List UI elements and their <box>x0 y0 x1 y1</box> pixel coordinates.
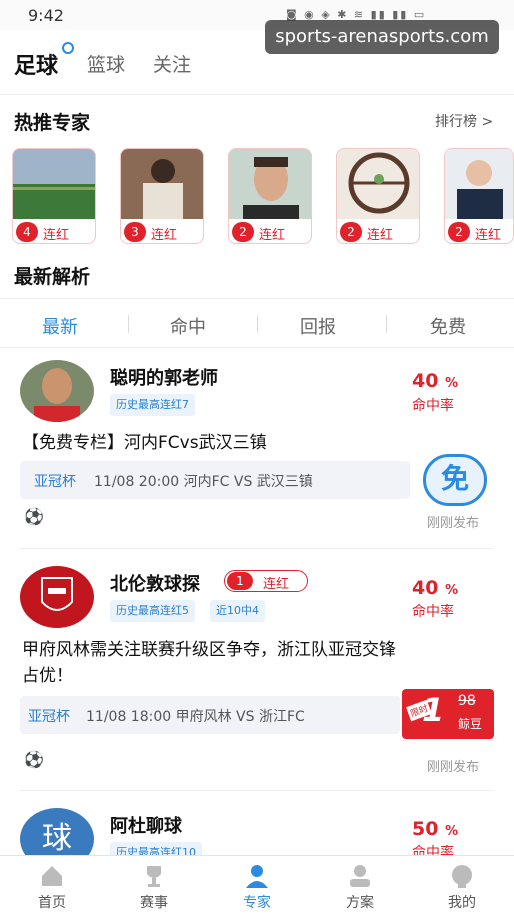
trophy-icon <box>147 866 161 887</box>
expert-photo-icon <box>121 149 203 219</box>
streak-label: 连红 <box>263 577 290 592</box>
hit-rate-value: 50 % <box>412 818 459 840</box>
nav-home-label: 首页 <box>38 895 66 911</box>
hit-rate-label: 命中率 <box>412 398 454 414</box>
nav-plans-label: 方案 <box>346 895 374 911</box>
avatar[interactable] <box>20 566 94 628</box>
hot-expert-card[interactable]: 2 连红 <box>336 148 420 244</box>
nav-plans[interactable]: 方案 <box>320 860 400 914</box>
price-original: 98 <box>458 693 476 709</box>
nav-matches[interactable]: 赛事 <box>114 860 194 914</box>
price-unit: 鲸豆 <box>458 717 483 731</box>
expert-streak-label: 连红 <box>259 228 286 243</box>
expert-streak-count: 2 <box>340 222 362 242</box>
expert-streak-label: 连红 <box>43 228 70 243</box>
expert-photo-icon <box>13 149 95 219</box>
expert-streak-label: 连红 <box>151 228 178 243</box>
match-info: 11/08 18:00 甲府风林 VS 浙江FC <box>86 709 305 725</box>
hot-experts-title: 热推专家 <box>14 112 91 134</box>
post-title-line[interactable]: 甲府风林需关注联赛升级区争夺，浙江队亚冠交锋 <box>22 637 396 663</box>
tab-football[interactable]: 足球 <box>14 48 58 80</box>
filter-divider <box>128 315 129 333</box>
filter-divider <box>257 315 258 333</box>
status-time: 9:42 <box>28 6 64 25</box>
arsenal-crest-icon <box>20 566 94 628</box>
published-time: 刚刚发布 <box>427 516 480 531</box>
expert-streak-count: 3 <box>124 222 146 242</box>
soccer-ball-icon: ⚽ <box>24 750 44 769</box>
tab-follow[interactable]: 关注 <box>153 50 191 77</box>
hot-expert-card[interactable]: 4 连红 <box>12 148 96 244</box>
post-title-line[interactable]: 占优！ <box>22 663 73 689</box>
streak-count: 1 <box>227 572 253 590</box>
match-box[interactable]: 亚冠杯 11/08 20:00 河内FC VS 武汉三镇 <box>20 461 410 499</box>
expert-streak-label: 连红 <box>367 228 394 243</box>
hot-expert-card[interactable]: 2 连红 <box>444 148 514 244</box>
filter-bar: 最新 命中 回报 免费 <box>0 298 514 348</box>
tab-active-dot-icon <box>62 42 74 54</box>
card-divider <box>20 548 494 549</box>
expert-photo-icon <box>229 149 311 219</box>
expert-streak-count: 2 <box>232 222 254 242</box>
bottom-nav: 首页 赛事 专家 方案 我的 <box>0 855 514 915</box>
filter-latest[interactable]: 最新 <box>42 313 78 339</box>
hot-expert-card[interactable]: 2 连红 <box>228 148 312 244</box>
post-title[interactable]: 【免费专栏】河内FCvs武汉三镇 <box>22 430 267 456</box>
nav-mine[interactable]: 我的 <box>422 860 502 914</box>
user-icon <box>350 865 370 887</box>
soccer-ball-icon: ⚽ <box>24 507 44 526</box>
filter-divider <box>386 315 387 333</box>
expert-streak-label: 连红 <box>475 228 502 243</box>
expert-name[interactable]: 聪明的郭老师 <box>110 364 218 390</box>
filter-free[interactable]: 免费 <box>430 313 466 339</box>
nav-experts[interactable]: 专家 <box>217 860 297 914</box>
hot-expert-card[interactable]: 3 连红 <box>120 148 204 244</box>
price-button[interactable]: 限时 1 98 鲸豆 <box>402 689 494 739</box>
expert-avatar-icon <box>20 360 94 422</box>
profile-icon <box>452 865 472 888</box>
tab-basketball[interactable]: 篮球 <box>87 50 125 77</box>
ranking-link[interactable]: 排行榜 > <box>435 111 493 131</box>
published-time: 刚刚发布 <box>427 760 480 775</box>
hit-rate-label: 命中率 <box>412 604 454 620</box>
nav-mine-label: 我的 <box>448 895 476 911</box>
expert-streak-count: 2 <box>448 222 470 242</box>
history-tag: 历史最高连红5 <box>110 600 195 622</box>
expert-photo-icon <box>445 149 513 219</box>
top-tabs: 足球 篮球 关注 <box>0 42 514 94</box>
streak-badge: 1 连红 <box>224 570 308 592</box>
expert-name[interactable]: 阿杜聊球 <box>110 812 182 838</box>
expert-icon <box>246 865 268 888</box>
filter-hit[interactable]: 命中 <box>170 313 206 339</box>
nav-home[interactable]: 首页 <box>12 860 92 914</box>
price-current: 1 <box>422 691 445 729</box>
nav-matches-label: 赛事 <box>140 895 168 911</box>
filter-return[interactable]: 回报 <box>300 313 336 339</box>
match-league: 亚冠杯 <box>28 709 70 725</box>
match-info: 11/08 20:00 河内FC VS 武汉三镇 <box>94 474 313 490</box>
hit-rate-value: 40 % <box>412 370 459 392</box>
expert-name[interactable]: 北伦敦球探 <box>110 570 200 596</box>
match-league: 亚冠杯 <box>34 474 76 490</box>
hit-rate-value: 40 % <box>412 577 459 599</box>
nav-experts-label: 专家 <box>243 895 271 911</box>
free-badge-icon[interactable]: 免 <box>423 454 487 506</box>
latest-analysis-title: 最新解析 <box>14 266 91 288</box>
expert-photo-icon <box>337 149 419 219</box>
card-divider <box>20 790 494 791</box>
top-divider <box>0 94 514 95</box>
match-box[interactable]: 亚冠杯 11/08 18:00 甲府风林 VS 浙江FC <box>20 696 400 734</box>
home-icon <box>42 866 62 886</box>
avatar[interactable] <box>20 360 94 422</box>
recent-tag: 近10中4 <box>210 600 265 622</box>
expert-streak-count: 4 <box>16 222 38 242</box>
history-tag: 历史最高连红7 <box>110 394 195 416</box>
